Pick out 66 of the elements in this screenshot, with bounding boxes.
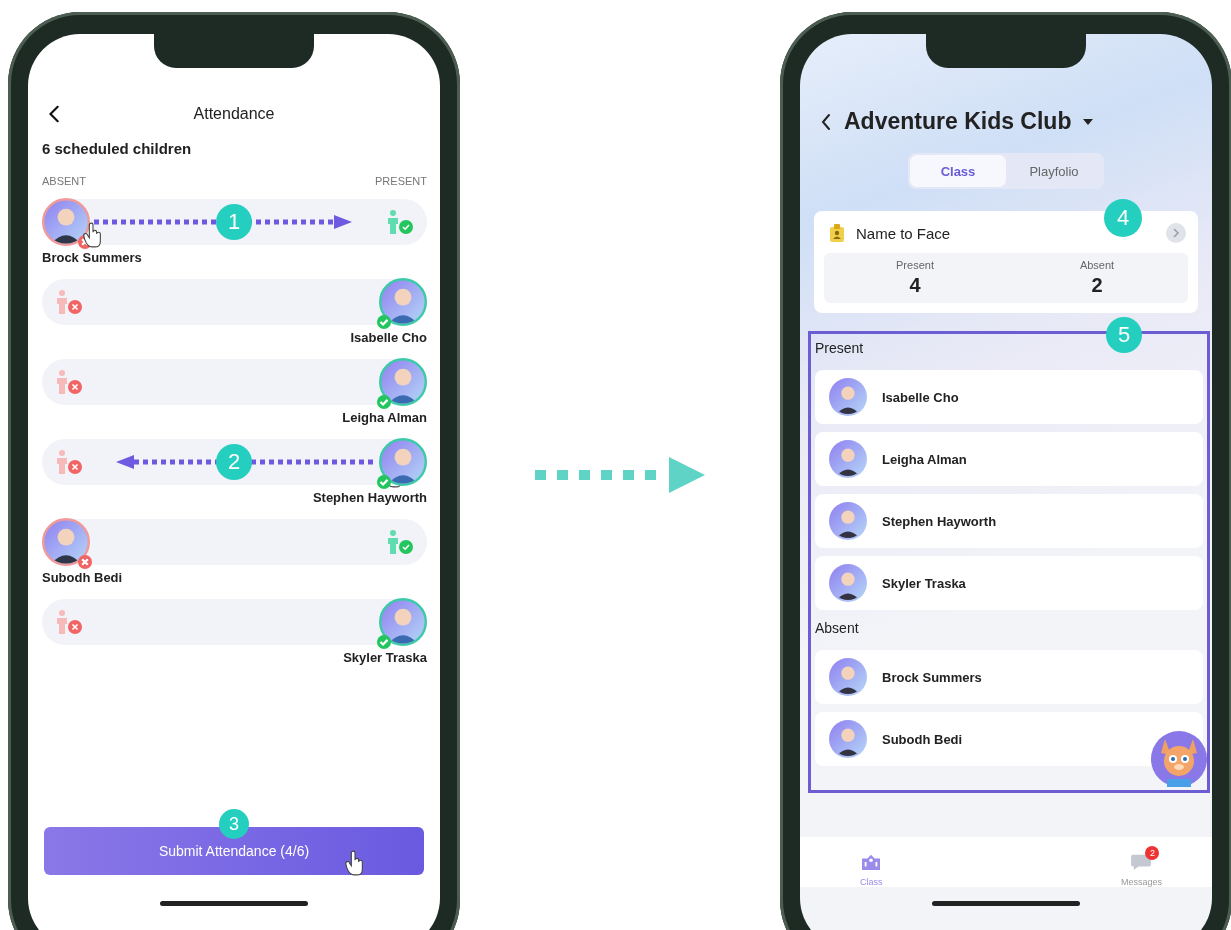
absent-person-icon[interactable] bbox=[54, 609, 84, 635]
absent-person-icon[interactable] bbox=[54, 369, 84, 395]
child-row[interactable]: Stephen Hayworth bbox=[815, 494, 1203, 548]
absent-badge-icon bbox=[78, 555, 92, 569]
step-marker: 4 bbox=[1104, 199, 1142, 237]
mascot-drawing[interactable] bbox=[1151, 731, 1207, 787]
child-name: Brock Summers bbox=[42, 250, 143, 265]
absent-person-icon[interactable] bbox=[54, 449, 84, 475]
id-badge-icon bbox=[830, 224, 844, 242]
stat-value: 2 bbox=[1091, 274, 1103, 297]
avatar bbox=[42, 518, 90, 566]
nav-tab[interactable]: 2 Messages bbox=[1108, 843, 1174, 887]
step-marker: 2 bbox=[216, 444, 252, 480]
avatar bbox=[829, 502, 867, 540]
nav-label: Messages bbox=[1120, 877, 1162, 887]
child-name: Isabelle Cho bbox=[350, 330, 427, 345]
step-marker: 1 bbox=[216, 204, 252, 240]
child-name: Skyler Traska bbox=[343, 650, 427, 665]
caret-icon[interactable] bbox=[1083, 118, 1094, 125]
avatar bbox=[829, 720, 867, 758]
back-icon[interactable] bbox=[820, 111, 832, 132]
unread-badge: 2 bbox=[1145, 846, 1160, 860]
stat-value: 4 bbox=[909, 274, 921, 297]
child-row[interactable]: Skyler Traska bbox=[815, 556, 1203, 610]
hand-cursor-icon bbox=[344, 849, 366, 877]
child-row[interactable]: Subodh Bedi bbox=[815, 712, 1203, 766]
avatar bbox=[829, 378, 867, 416]
present-badge-icon bbox=[377, 315, 391, 329]
child-name: Leigha Alman bbox=[342, 410, 427, 425]
present-column-label: PRESENT bbox=[375, 175, 427, 187]
scheduled-count: 6 scheduled children bbox=[42, 140, 193, 157]
absent-column-label: ABSENT bbox=[42, 175, 86, 187]
school-icon bbox=[860, 853, 883, 871]
class-title[interactable]: Adventure Kids Club bbox=[844, 108, 1072, 135]
avatar bbox=[379, 598, 427, 646]
child-row[interactable]: Isabelle Cho bbox=[815, 370, 1203, 424]
child-name: Stephen Hayworth bbox=[312, 490, 427, 505]
step-marker: 5 bbox=[1106, 317, 1142, 353]
avatar bbox=[379, 358, 427, 406]
absent-person-icon[interactable] bbox=[54, 289, 84, 315]
present-badge-icon bbox=[377, 635, 391, 649]
tab[interactable]: Class bbox=[910, 155, 1006, 187]
group-heading: Absent bbox=[815, 619, 860, 638]
child-row[interactable]: Leigha Alman bbox=[815, 432, 1203, 486]
stat-label: Present bbox=[896, 259, 934, 271]
screen-title: Attendance bbox=[193, 105, 275, 123]
child-name: Subodh Bedi bbox=[42, 570, 124, 585]
present-person-icon[interactable] bbox=[385, 529, 415, 555]
avatar bbox=[42, 198, 90, 246]
hand-cursor-icon bbox=[82, 221, 104, 249]
avatar bbox=[379, 438, 427, 486]
avatar bbox=[829, 658, 867, 696]
stat-label: Absent bbox=[1079, 259, 1115, 271]
group-heading: Present bbox=[815, 339, 865, 358]
tab[interactable]: Playfolio bbox=[1006, 155, 1102, 187]
nav-label: Class bbox=[860, 877, 883, 887]
avatar bbox=[829, 564, 867, 602]
card-title: Name to Face bbox=[856, 224, 952, 242]
chevron-right-icon[interactable] bbox=[1166, 223, 1186, 243]
present-badge-icon bbox=[377, 395, 391, 409]
step-marker: 3 bbox=[219, 809, 249, 839]
avatar bbox=[379, 278, 427, 326]
child-row[interactable]: Brock Summers bbox=[815, 650, 1203, 704]
present-badge-icon bbox=[377, 475, 391, 489]
avatar bbox=[829, 440, 867, 478]
present-person-icon[interactable] bbox=[385, 209, 415, 235]
